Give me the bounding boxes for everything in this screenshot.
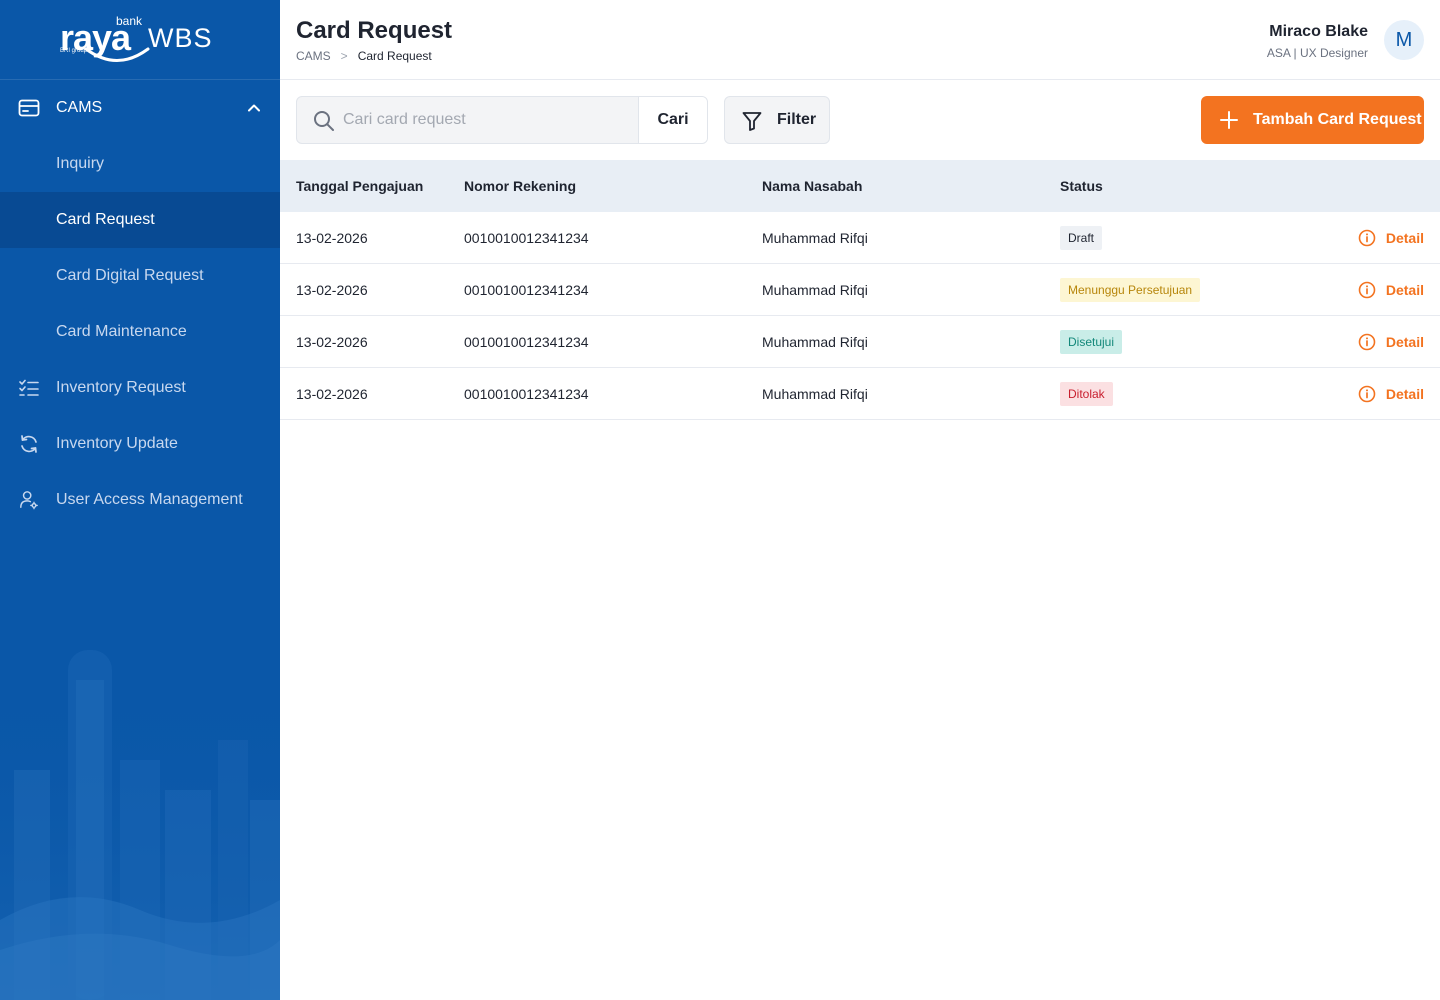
status-badge: Disetujui [1060, 330, 1123, 354]
cell-name: Muhammad Rifqi [762, 230, 868, 246]
sidebar: bank raya WBS BRI group CAMS Inquiry Car… [0, 0, 280, 1000]
sidebar-item-card-maintenance[interactable]: Card Maintenance [0, 304, 280, 360]
detail-button[interactable]: Detail [1358, 316, 1424, 368]
sidebar-item-inventory-request[interactable]: Inventory Request [0, 360, 280, 416]
search-box: Cari [296, 96, 708, 144]
detail-button[interactable]: Detail [1358, 212, 1424, 264]
cell-date: 13-02-2026 [296, 282, 368, 298]
status-badge: Menunggu Persetujuan [1060, 278, 1201, 302]
checklist-icon [19, 379, 39, 396]
table-row: 13-02-2026 0010010012341234 Muhammad Rif… [280, 316, 1440, 368]
cell-name: Muhammad Rifqi [762, 282, 868, 298]
status-badge: Ditolak [1060, 382, 1113, 406]
logo-wbs-word: WBS [148, 23, 213, 53]
column-header-date: Tanggal Pengajuan [296, 178, 424, 194]
avatar[interactable]: M [1384, 20, 1424, 60]
detail-label: Detail [1385, 334, 1424, 350]
search-button[interactable]: Cari [638, 97, 707, 143]
search-icon [314, 111, 334, 131]
logo-area: bank raya WBS BRI group [0, 0, 280, 80]
sidebar-item-label: Inventory Update [56, 435, 178, 452]
sidebar-item-label: Card Digital Request [56, 267, 204, 284]
refresh-icon [21, 435, 37, 453]
cell-name: Muhammad Rifqi [762, 386, 868, 402]
sidebar-item-label: Inventory Request [56, 379, 186, 396]
breadcrumb-item-current: Card Request [357, 49, 432, 63]
column-header-account: Nomor Rekening [464, 178, 577, 194]
sidebar-item-label: CAMS [56, 99, 103, 116]
sidebar-item-inventory-update[interactable]: Inventory Update [0, 416, 280, 472]
logo-smile-icon [84, 47, 150, 62]
detail-label: Detail [1385, 230, 1424, 246]
detail-label: Detail [1385, 282, 1424, 298]
card-request-table: Tanggal Pengajuan Nomor Rekening Nama Na… [280, 160, 1440, 420]
sidebar-item-card-digital-request[interactable]: Card Digital Request [0, 248, 280, 304]
detail-button[interactable]: Detail [1358, 264, 1424, 316]
cell-account: 0010010012341234 [464, 230, 589, 246]
column-header-name: Nama Nasabah [762, 178, 863, 194]
user-role: ASA | UX Designer [1266, 46, 1368, 60]
card-icon [18, 99, 40, 117]
table-row: 13-02-2026 0010010012341234 Muhammad Rif… [280, 264, 1440, 316]
cell-name: Muhammad Rifqi [762, 334, 868, 350]
detail-label: Detail [1385, 386, 1424, 402]
info-icon [1358, 281, 1376, 299]
add-card-request-label: Tambah Card Request [1253, 111, 1422, 128]
sidebar-item-cams[interactable]: CAMS [0, 80, 280, 136]
cell-date: 13-02-2026 [296, 334, 368, 350]
sidebar-item-card-request[interactable]: Card Request [0, 192, 280, 248]
status-badge: Draft [1060, 226, 1103, 250]
sidebar-item-label: User Access Management [56, 491, 243, 508]
city-skyline-illustration [0, 650, 280, 1000]
search-input[interactable] [343, 97, 635, 143]
cell-account: 0010010012341234 [464, 282, 589, 298]
cell-account: 0010010012341234 [464, 386, 589, 402]
breadcrumb-item-cams[interactable]: CAMS [296, 49, 331, 63]
cell-account: 0010010012341234 [464, 334, 589, 350]
filter-icon [742, 112, 762, 131]
sidebar-item-label: Card Maintenance [56, 323, 187, 340]
sidebar-item-label: Card Request [56, 211, 155, 228]
sidebar-menu: CAMS Inquiry Card Request Card Digital R… [0, 80, 280, 528]
column-header-status: Status [1060, 178, 1103, 194]
detail-button[interactable]: Detail [1358, 368, 1424, 420]
cell-date: 13-02-2026 [296, 386, 368, 402]
info-icon [1358, 385, 1376, 403]
breadcrumb-separator: > [340, 49, 348, 63]
sidebar-item-inquiry[interactable]: Inquiry [0, 136, 280, 192]
user-gear-icon [20, 491, 38, 510]
cell-date: 13-02-2026 [296, 230, 368, 246]
sidebar-item-label: Inquiry [56, 155, 105, 172]
info-icon [1358, 229, 1376, 247]
plus-icon [1220, 111, 1238, 129]
filter-button-label: Filter [777, 111, 817, 128]
table-header: Tanggal Pengajuan Nomor Rekening Nama Na… [280, 160, 1440, 212]
table-row: 13-02-2026 0010010012341234 Muhammad Rif… [280, 368, 1440, 420]
info-icon [1358, 333, 1376, 351]
chevron-up-icon[interactable] [246, 100, 262, 116]
table-row: 13-02-2026 0010010012341234 Muhammad Rif… [280, 212, 1440, 264]
filter-button[interactable]: Filter [724, 96, 830, 144]
bank-raya-wbs-logo[interactable]: bank raya WBS BRI group [60, 14, 220, 66]
breadcrumb: CAMS > Card Request [296, 49, 432, 63]
sidebar-item-user-access-management[interactable]: User Access Management [0, 472, 280, 528]
add-card-request-button[interactable]: Tambah Card Request [1201, 96, 1424, 144]
user-name: Miraco Blake [1269, 23, 1368, 40]
page-title: Card Request [296, 17, 453, 44]
page-header: Card Request CAMS > Card Request Miraco … [280, 0, 1440, 80]
